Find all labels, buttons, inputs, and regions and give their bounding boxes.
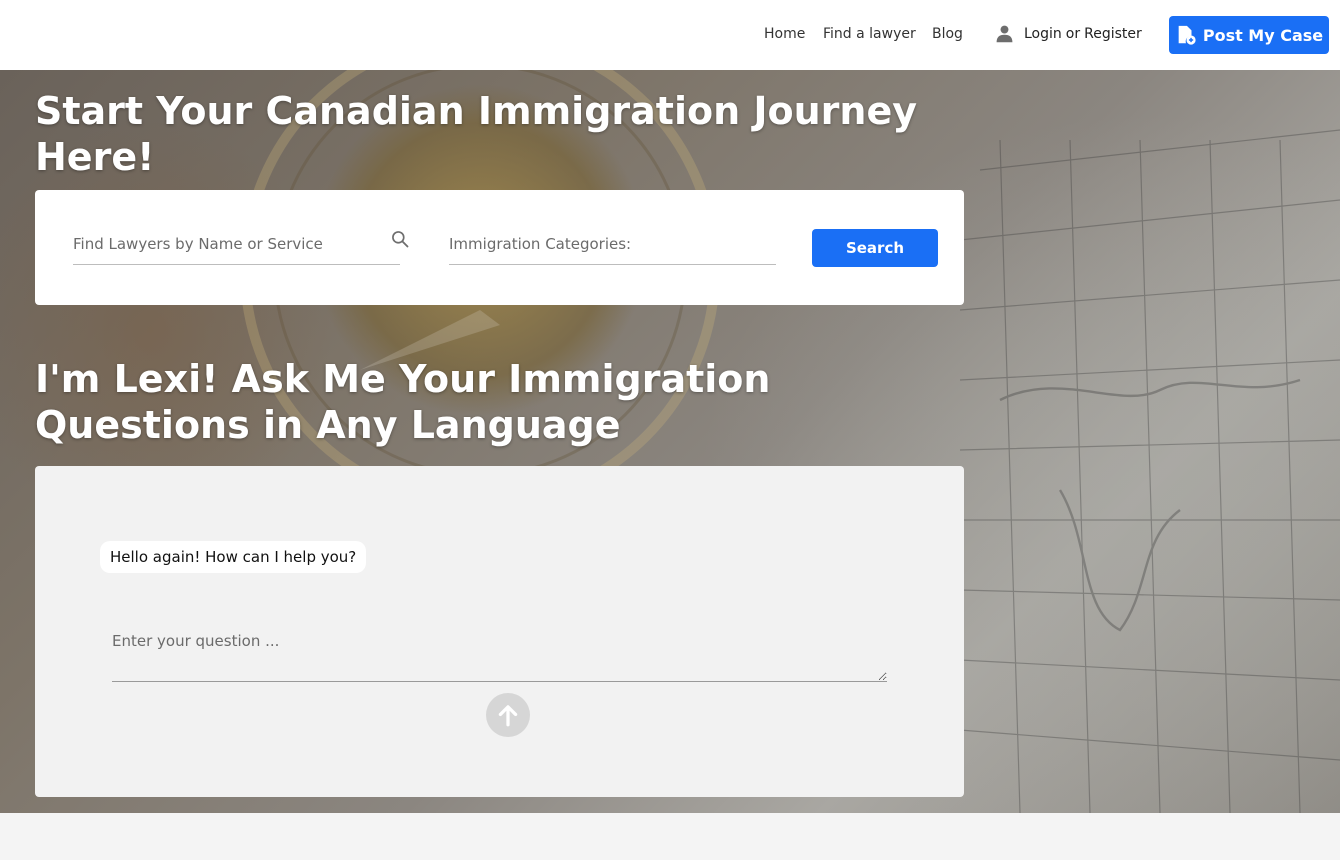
lexi-chat-card: Hello again! How can I help you? bbox=[35, 466, 964, 797]
immigration-category-field bbox=[449, 228, 776, 265]
page-footer-strip bbox=[0, 813, 1340, 860]
post-my-case-button[interactable]: Post My Case bbox=[1169, 16, 1329, 54]
immigration-category-input[interactable] bbox=[449, 228, 776, 258]
top-navigation-bar: Home Find a lawyer Blog Login or Register … bbox=[0, 0, 1340, 70]
search-icon[interactable] bbox=[390, 229, 410, 249]
arrow-up-icon bbox=[498, 705, 518, 727]
search-button[interactable]: Search bbox=[812, 229, 938, 267]
hero-title: Start Your Canadian Immigration Journey … bbox=[35, 89, 917, 179]
send-question-button[interactable] bbox=[486, 693, 530, 737]
login-register-group: Login or Register bbox=[1024, 26, 1142, 42]
question-input[interactable] bbox=[112, 626, 887, 682]
lawyer-search-field bbox=[73, 228, 409, 265]
nav-blog-link[interactable]: Blog bbox=[932, 26, 963, 42]
search-card: Search bbox=[35, 190, 964, 305]
post-my-case-label: Post My Case bbox=[1202, 25, 1324, 45]
nav-home-link[interactable]: Home bbox=[764, 26, 805, 42]
lexi-chat-title: I'm Lexi! Ask Me Your Immigration Questi… bbox=[35, 357, 771, 447]
assistant-greeting-bubble: Hello again! How can I help you? bbox=[100, 541, 367, 573]
document-icon bbox=[1178, 25, 1196, 45]
user-icon bbox=[996, 25, 1013, 43]
lawyer-search-input[interactable] bbox=[73, 228, 400, 258]
register-link[interactable]: Register bbox=[1084, 26, 1142, 42]
nav-find-lawyer-link[interactable]: Find a lawyer bbox=[823, 26, 916, 42]
login-or-text: or bbox=[1065, 26, 1081, 42]
login-link[interactable]: Login bbox=[1024, 26, 1062, 42]
hero-section: Start Your Canadian Immigration Journey … bbox=[0, 70, 1340, 813]
